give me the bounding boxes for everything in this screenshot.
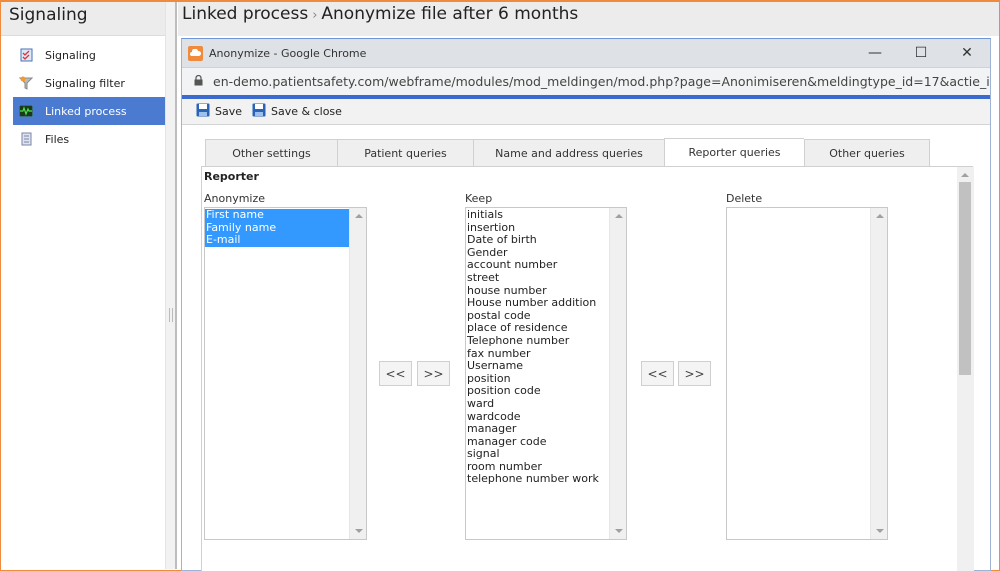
breadcrumb-current: Anonymize file after 6 months [321, 4, 579, 24]
scroll-down-icon [355, 529, 363, 533]
window-titlebar[interactable]: Anonymize - Google Chrome — ☐ ✕ [182, 39, 990, 67]
files-icon [19, 132, 33, 146]
sidebar-item-label: Linked process [45, 104, 127, 118]
list-option[interactable]: First name [205, 209, 349, 222]
listbox-scrollbar[interactable] [870, 208, 887, 539]
section-title: Reporter [204, 170, 259, 183]
left-panel: Signaling Signaling Signaling filter Lin… [1, 2, 165, 569]
checklist-icon [19, 48, 33, 62]
tab-reporter-queries[interactable]: Reporter queries [664, 138, 804, 167]
list-option[interactable]: Username [466, 360, 609, 373]
funnel-icon [19, 76, 33, 90]
lock-icon [194, 74, 203, 89]
address-bar[interactable]: en-demo.patientsafety.com/webframe/modul… [182, 67, 990, 95]
move-left-button-2[interactable]: << [641, 361, 674, 386]
floppy-disk-icon [196, 103, 210, 120]
floppy-disk-icon [252, 103, 266, 120]
tab-patient-queries[interactable]: Patient queries [337, 139, 473, 167]
move-right-button-2[interactable]: >> [678, 361, 711, 386]
panel-splitter[interactable] [165, 2, 177, 569]
list-option[interactable]: Telephone number [466, 334, 609, 348]
keep-label: Keep [465, 192, 493, 205]
sidebar-nav: Signaling Signaling filter Linked proces… [1, 36, 165, 153]
chrome-popup-window: Anonymize - Google Chrome — ☐ ✕ en-demo.… [181, 38, 991, 571]
sidebar-item-label: Signaling [45, 48, 96, 62]
cloud-app-icon [188, 45, 203, 61]
save-and-close-label: Save & close [271, 105, 342, 118]
toolbar: Save Save & close [182, 99, 990, 125]
sidebar-item-files[interactable]: Files [13, 125, 165, 153]
scroll-up-icon [615, 214, 623, 218]
anonymize-list-items: First name Family name E-mail [205, 209, 349, 539]
keep-list-items: initials insertion Date of birth Gender acco… [466, 209, 609, 539]
move-right-button-1[interactable]: >> [417, 361, 450, 386]
tab-bar: Other settings Patient queries Name and … [205, 138, 930, 167]
scroll-down-icon [876, 529, 884, 533]
list-option[interactable]: manager [466, 422, 609, 436]
list-option[interactable]: street [466, 271, 609, 285]
scroll-down-icon [615, 529, 623, 533]
listbox-scrollbar[interactable] [349, 208, 366, 539]
process-icon [19, 104, 33, 118]
maximize-button[interactable]: ☐ [898, 45, 944, 61]
tab-content-panel: Reporter Anonymize First name Family name… [201, 166, 974, 571]
url-text: en-demo.patientsafety.com/webframe/modul… [213, 74, 990, 89]
delete-listbox[interactable] [726, 207, 888, 540]
scroll-up-icon [876, 214, 884, 218]
content-scrollbar[interactable] [957, 167, 974, 571]
delete-label: Delete [726, 192, 763, 205]
list-option[interactable]: signal [466, 448, 609, 461]
breadcrumb: Linked process › Anonymize file after 6 mo… [178, 2, 999, 36]
sidebar-item-signaling[interactable]: Signaling [13, 41, 165, 69]
breadcrumb-parent[interactable]: Linked process [182, 4, 308, 24]
move-left-button-1[interactable]: << [379, 361, 412, 386]
list-option[interactable]: ward [466, 397, 609, 411]
list-option[interactable]: House number addition [466, 297, 609, 310]
scroll-up-icon [355, 214, 363, 218]
anonymize-label: Anonymize [204, 192, 266, 205]
list-option[interactable]: initials [466, 209, 609, 222]
save-and-close-button[interactable]: Save & close [252, 103, 342, 120]
save-button[interactable]: Save [196, 103, 242, 120]
list-option[interactable]: telephone number work [466, 473, 609, 486]
save-label: Save [215, 105, 243, 118]
tab-other-queries[interactable]: Other queries [804, 139, 930, 167]
scroll-up-icon [961, 173, 969, 177]
delete-list-items [727, 209, 870, 539]
tab-other-settings[interactable]: Other settings [205, 139, 337, 167]
list-option[interactable]: E-mail [205, 234, 349, 247]
list-option[interactable]: Date of birth [466, 234, 609, 247]
window-title: Anonymize - Google Chrome [209, 46, 367, 60]
tab-name-and-address-queries[interactable]: Name and address queries [473, 139, 664, 167]
scrollbar-thumb[interactable] [959, 182, 971, 375]
left-panel-title: Signaling [1, 2, 165, 36]
sidebar-item-linked-process[interactable]: Linked process [13, 97, 165, 125]
anonymize-listbox[interactable]: First name Family name E-mail [204, 207, 367, 540]
sidebar-item-signaling-filter[interactable]: Signaling filter [13, 69, 165, 97]
minimize-button[interactable]: — [852, 45, 898, 61]
splitter-grip-icon [169, 308, 173, 322]
sidebar-item-label: Signaling filter [45, 76, 125, 90]
listbox-scrollbar[interactable] [609, 208, 626, 539]
close-button[interactable]: ✕ [944, 45, 990, 61]
sidebar-item-label: Files [45, 132, 70, 146]
keep-listbox[interactable]: initials insertion Date of birth Gender acco… [465, 207, 627, 540]
breadcrumb-separator: › [312, 8, 318, 23]
